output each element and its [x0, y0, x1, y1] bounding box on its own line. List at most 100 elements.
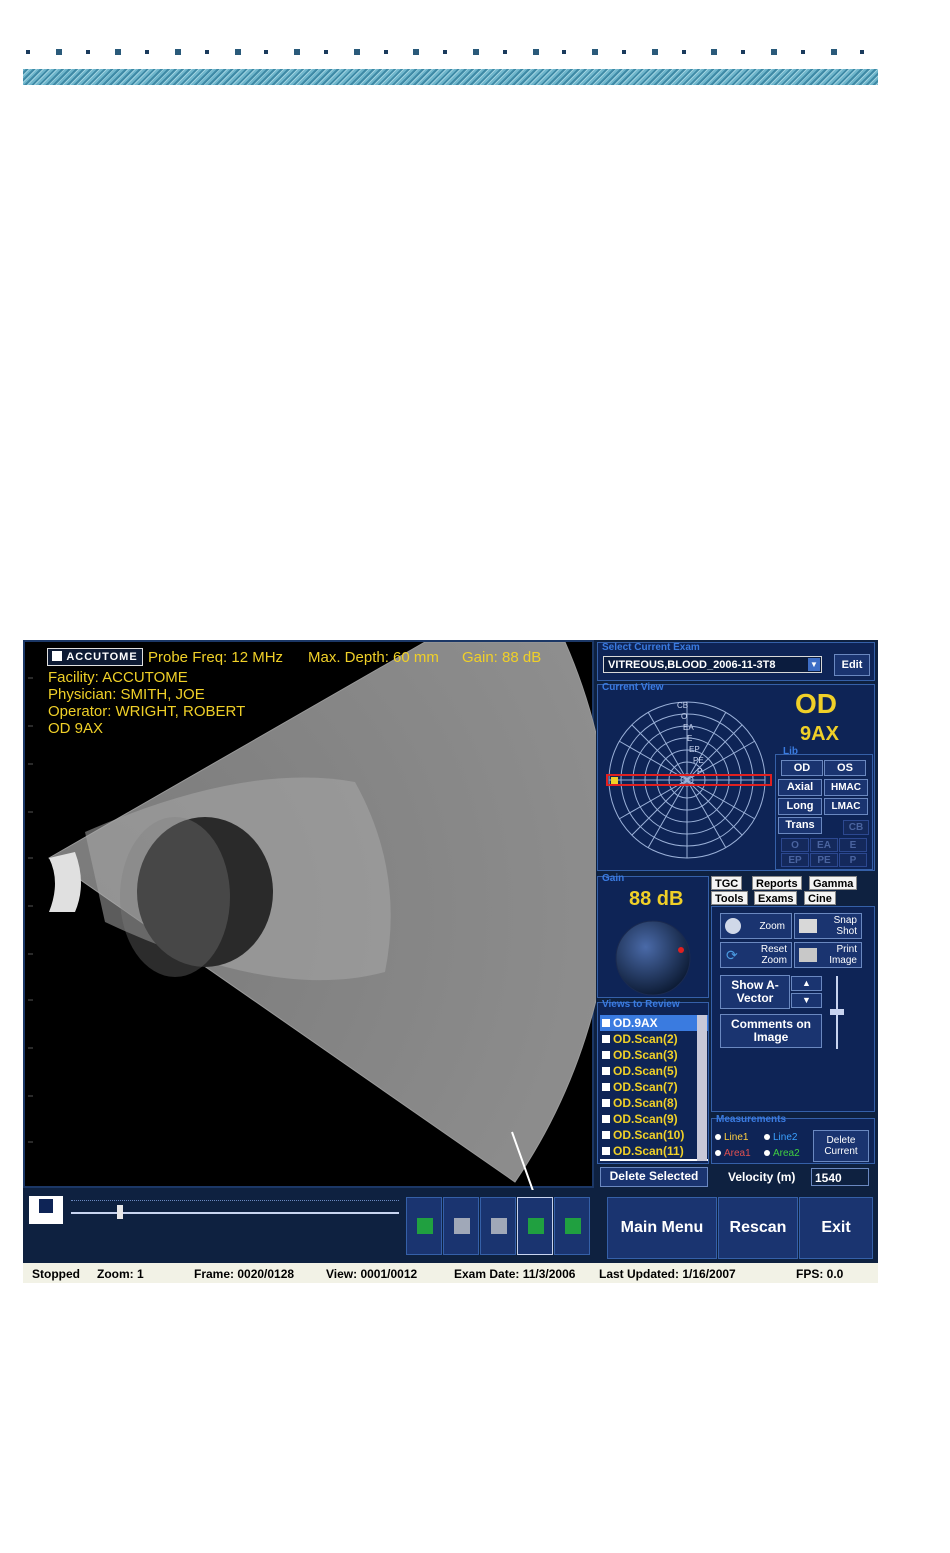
- header-banner: [23, 69, 878, 85]
- checkbox[interactable]: [602, 1147, 610, 1155]
- list-item[interactable]: OD.Scan(9): [600, 1111, 708, 1127]
- ea-button[interactable]: EA: [810, 838, 838, 852]
- cine-slider-thumb[interactable]: [117, 1205, 124, 1219]
- tab-tgc[interactable]: TGC: [711, 876, 743, 890]
- ultrasound-image-viewer[interactable]: ACCUTOME Probe Freq: 12 MHz Max. Depth: …: [23, 640, 596, 1190]
- polar-label: E: [687, 734, 693, 743]
- polar-label: P: [697, 767, 703, 776]
- checkbox[interactable]: [602, 1115, 610, 1123]
- views-list[interactable]: OD.9AX OD.Scan(2) OD.Scan(3) OD.Scan(5) …: [600, 1015, 708, 1161]
- checkbox[interactable]: [602, 1067, 610, 1075]
- long-button[interactable]: Long: [778, 798, 822, 815]
- up-arrow-button[interactable]: ▲: [791, 976, 822, 991]
- header-dot: [622, 50, 626, 54]
- lib-legend: Lib: [783, 746, 798, 757]
- stop-icon: [454, 1218, 470, 1234]
- checkbox[interactable]: [602, 1099, 610, 1107]
- camera-icon: [799, 919, 817, 933]
- area1-radio[interactable]: Area1: [715, 1148, 751, 1159]
- edit-button[interactable]: Edit: [834, 654, 870, 676]
- play-icon: [417, 1218, 433, 1234]
- chevron-down-icon[interactable]: ▼: [808, 658, 820, 671]
- vertical-slider-thumb[interactable]: [830, 1009, 844, 1015]
- list-item[interactable]: OD.9AX: [600, 1015, 708, 1031]
- delete-current-button[interactable]: Delete Current: [813, 1130, 869, 1162]
- operator-label: Operator: WRIGHT, ROBERT: [48, 703, 246, 720]
- list-item[interactable]: OD.Scan(3): [600, 1047, 708, 1063]
- area2-radio[interactable]: Area2: [764, 1148, 800, 1159]
- p-button[interactable]: P: [839, 853, 867, 867]
- checkbox[interactable]: [602, 1083, 610, 1091]
- checkbox[interactable]: [602, 1019, 610, 1027]
- trans-button[interactable]: Trans: [778, 817, 822, 834]
- header-dot: [711, 49, 718, 55]
- list-item[interactable]: OD.Scan(11): [600, 1143, 708, 1159]
- select-exam-legend: Select Current Exam: [602, 642, 700, 653]
- views-scrollbar[interactable]: [697, 1015, 707, 1161]
- print-image-button[interactable]: Print Image: [794, 942, 862, 968]
- step-back-button[interactable]: [517, 1197, 553, 1255]
- ep-button[interactable]: EP: [781, 853, 809, 867]
- status-zoom: Zoom: 1: [97, 1267, 144, 1281]
- os-button[interactable]: OS: [824, 760, 866, 776]
- list-item[interactable]: OD.Scan(8): [600, 1095, 708, 1111]
- rescan-button[interactable]: Rescan: [718, 1197, 798, 1259]
- exam-dropdown-value: VITREOUS,BLOOD_2006-11-3T8: [608, 659, 776, 671]
- checkbox[interactable]: [602, 1035, 610, 1043]
- header-dot: [830, 49, 837, 55]
- reset-zoom-button[interactable]: ⟳ Reset Zoom: [720, 942, 792, 968]
- header-dot: [473, 49, 479, 55]
- header-dot: [26, 50, 30, 54]
- checkbox[interactable]: [602, 1051, 610, 1059]
- pe-button[interactable]: PE: [810, 853, 838, 867]
- list-item[interactable]: OD.Scan(2): [600, 1031, 708, 1047]
- polar-label: CB: [677, 701, 689, 710]
- exam-dropdown[interactable]: VITREOUS,BLOOD_2006-11-3T8 ▼: [603, 656, 822, 673]
- step-forward-button[interactable]: [554, 1197, 590, 1255]
- gain-knob[interactable]: [613, 918, 693, 998]
- e-button[interactable]: E: [839, 838, 867, 852]
- play-button[interactable]: [406, 1197, 442, 1255]
- down-arrow-button[interactable]: ▼: [791, 993, 822, 1008]
- list-item[interactable]: OD.Scan(5): [600, 1063, 708, 1079]
- tab-tools[interactable]: Tools: [711, 891, 748, 905]
- cb-button[interactable]: CB: [843, 820, 869, 835]
- stop-button[interactable]: [443, 1197, 479, 1255]
- tab-gamma[interactable]: Gamma: [809, 876, 858, 890]
- physician-label: Physician: SMITH, JOE: [48, 686, 205, 703]
- header-dot: [264, 50, 269, 54]
- velocity-label: Velocity (m): [728, 1170, 796, 1184]
- header-dots: [22, 48, 878, 56]
- gain-legend: Gain: [602, 873, 625, 884]
- hmac-button[interactable]: HMAC: [824, 779, 868, 796]
- delete-selected-button[interactable]: Delete Selected: [600, 1167, 708, 1187]
- pause-button[interactable]: [480, 1197, 516, 1255]
- od-button[interactable]: OD: [781, 760, 823, 776]
- axial-button[interactable]: Axial: [778, 779, 822, 796]
- header-dot: [85, 50, 90, 54]
- tab-reports[interactable]: Reports: [752, 876, 802, 890]
- list-item[interactable]: OD.Scan(10): [600, 1127, 708, 1143]
- checkbox[interactable]: [602, 1131, 610, 1139]
- line1-radio[interactable]: Line1: [715, 1132, 748, 1143]
- snap-shot-button[interactable]: Snap Shot: [794, 913, 862, 939]
- header-dot: [175, 49, 181, 55]
- velocity-input[interactable]: 1540: [811, 1168, 869, 1186]
- comments-on-image-button[interactable]: Comments on Image: [720, 1014, 822, 1048]
- tab-exams[interactable]: Exams: [754, 891, 798, 905]
- current-eye: OD: [795, 688, 837, 719]
- zoom-button[interactable]: Zoom: [720, 913, 792, 939]
- tab-cine[interactable]: Cine: [804, 891, 836, 905]
- refresh-icon: ⟳: [726, 947, 738, 963]
- exit-button[interactable]: Exit: [799, 1197, 873, 1259]
- polar-label: PE: [693, 756, 704, 765]
- magnifier-icon: [725, 918, 741, 934]
- line2-radio[interactable]: Line2: [764, 1132, 797, 1143]
- list-item[interactable]: OD.Scan(7): [600, 1079, 708, 1095]
- o-button[interactable]: O: [781, 838, 809, 852]
- show-a-vector-button[interactable]: Show A-Vector: [720, 975, 790, 1009]
- lmac-button[interactable]: LMAC: [824, 798, 868, 815]
- main-menu-button[interactable]: Main Menu: [607, 1197, 717, 1259]
- status-exam-date: Exam Date: 11/3/2006: [454, 1267, 576, 1281]
- views-legend: Views to Review: [602, 999, 680, 1010]
